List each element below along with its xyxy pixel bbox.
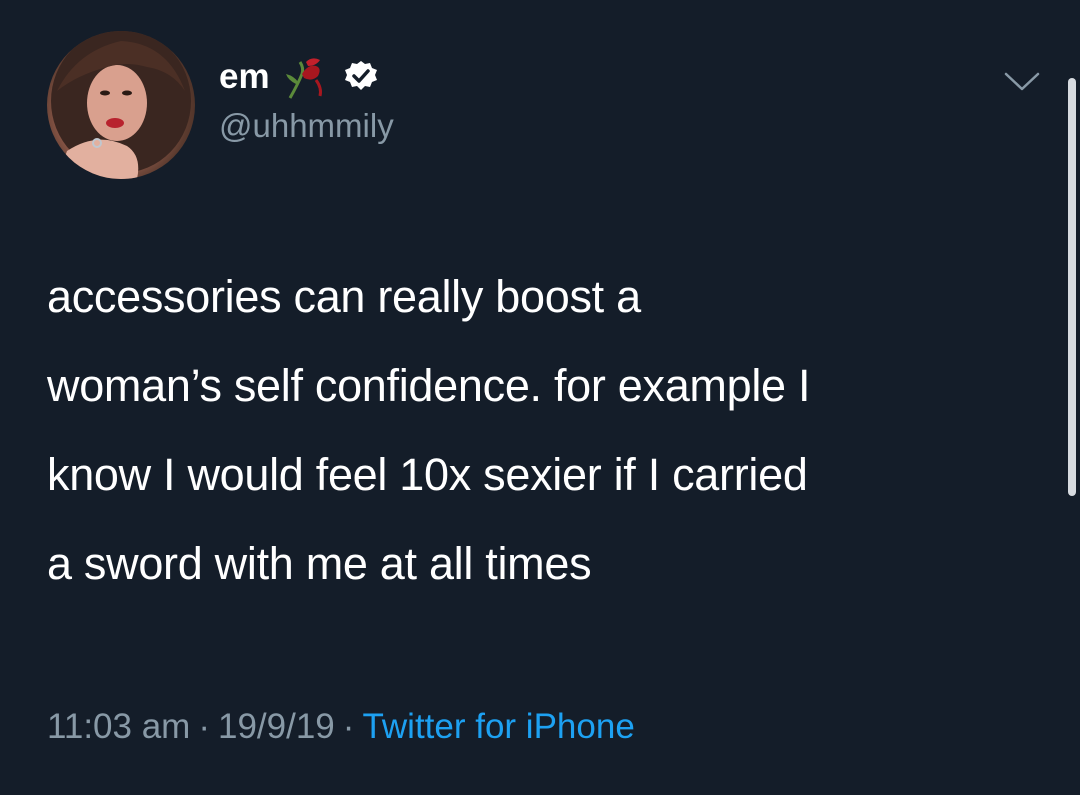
meta-separator: · xyxy=(342,707,355,746)
verified-badge-icon xyxy=(344,60,378,94)
tweet-text-line: know I would feel 10x sexier if I carrie… xyxy=(47,449,808,500)
tweet-source-link[interactable]: Twitter for iPhone xyxy=(362,707,634,746)
scrollbar[interactable] xyxy=(1068,78,1076,496)
chevron-down-icon[interactable] xyxy=(1003,68,1041,96)
author-name-row[interactable]: em xyxy=(219,54,378,100)
display-name[interactable]: em xyxy=(219,57,270,97)
meta-separator: · xyxy=(198,707,210,746)
tweet-time: 11:03 am xyxy=(47,707,191,746)
author-handle[interactable]: @uhhmmily xyxy=(219,107,394,145)
avatar-image xyxy=(51,31,191,179)
avatar[interactable] xyxy=(47,31,195,179)
tweet-date: 19/9/19 xyxy=(218,707,335,746)
tweet-text-line: woman’s self confidence. for example I xyxy=(47,360,811,411)
tweet-meta: 11:03 am · 19/9/19 · Twitter for iPhone xyxy=(47,707,635,747)
wilted-rose-icon xyxy=(282,54,334,100)
tweet-text-line: accessories can really boost a xyxy=(47,271,641,322)
tweet-card: em @uhhmmily accessories can really boos… xyxy=(0,0,1080,795)
tweet-text: accessories can really boost a woman’s s… xyxy=(47,252,1047,608)
tweet-text-line: a sword with me at all times xyxy=(47,538,592,589)
